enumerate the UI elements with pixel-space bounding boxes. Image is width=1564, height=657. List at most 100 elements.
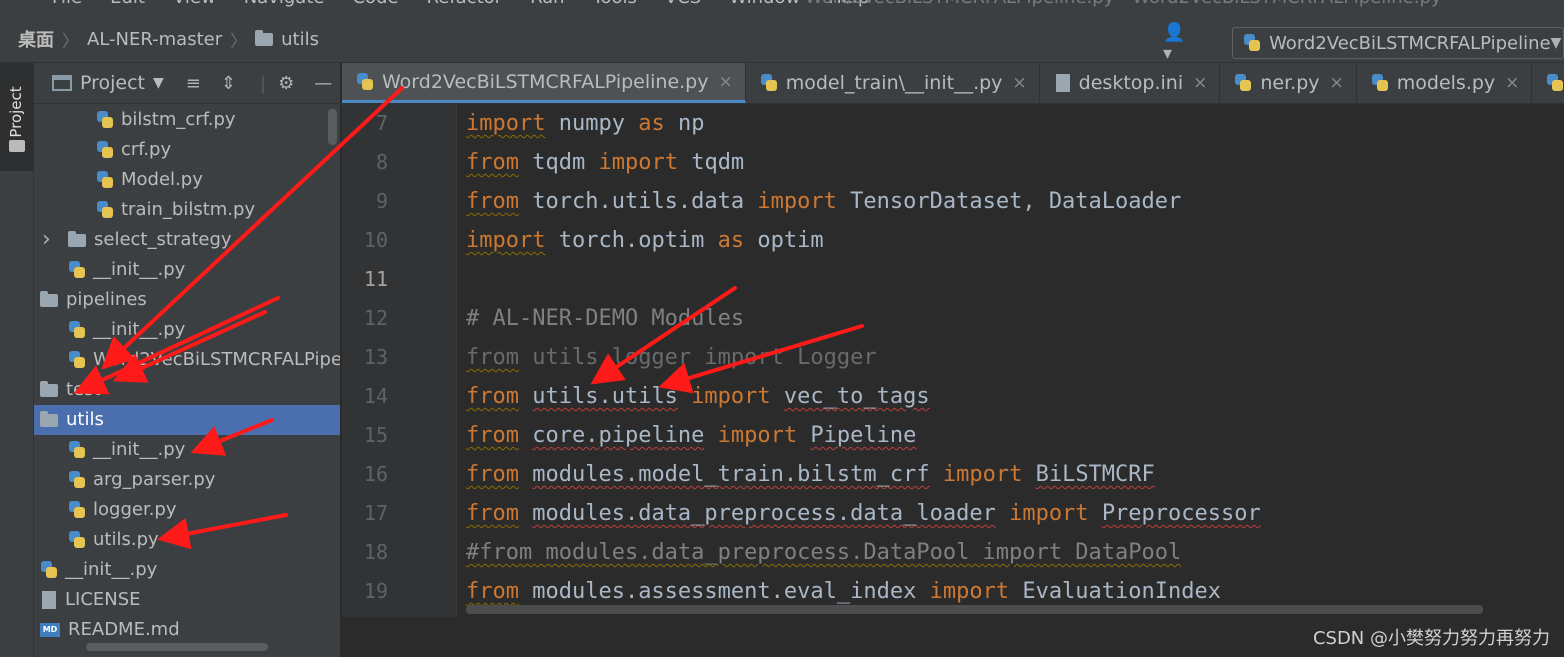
tree-item[interactable]: Word2VecBiLSTMCRFALPipeline.py <box>34 345 340 375</box>
menu-item-run[interactable]: Run <box>530 0 565 8</box>
menu-item-refactor[interactable]: Refactor <box>427 0 503 8</box>
tree-item[interactable]: crf.py <box>34 135 340 165</box>
menu-item-edit[interactable]: Edit <box>110 0 145 8</box>
menu-item-file[interactable]: File <box>52 0 82 8</box>
gear-icon[interactable]: ⚙ <box>278 73 294 94</box>
python-file-icon <box>1243 34 1261 52</box>
tree-vertical-scrollbar[interactable] <box>328 109 337 145</box>
close-icon[interactable]: × <box>1330 73 1344 93</box>
python-file-icon <box>1234 74 1252 92</box>
line-number: 16 <box>363 462 388 486</box>
code-token: Logger <box>783 345 877 370</box>
menu-item-window[interactable]: Window <box>729 0 800 8</box>
tree-item[interactable]: utils <box>34 405 340 435</box>
code-token: Preprocessor <box>1101 501 1261 526</box>
tree-item-label: __init__.py <box>93 319 186 340</box>
chevron-right-icon: 〉 <box>230 31 248 52</box>
tree-item[interactable]: test <box>34 375 340 405</box>
tree-item[interactable]: __init__.py <box>34 315 340 345</box>
project-tool-tab[interactable]: Project <box>0 63 33 171</box>
editor-tab[interactable]: Word2VecBiLSTMCRFALPipeline.py × <box>342 63 746 103</box>
tree-item[interactable]: __init__.py <box>34 255 340 285</box>
close-icon[interactable]: × <box>1012 73 1026 93</box>
project-tool-tab-label: Project <box>7 86 25 138</box>
code-token: from <box>466 189 519 214</box>
code-token: utils.logger <box>518 345 705 370</box>
python-file-icon <box>96 141 114 159</box>
collapse-all-icon[interactable]: ⇕ <box>221 73 236 94</box>
code-token: import <box>466 228 546 253</box>
python-file-icon <box>68 441 86 459</box>
code-line: from torch.utils.data import TensorDatas… <box>456 182 1261 221</box>
run-configuration-select[interactable]: Word2VecBiLSTMCRFALPipeline ▼ <box>1232 27 1564 59</box>
tree-item[interactable]: Model.py <box>34 165 340 195</box>
project-tree: bilstm_crf.py crf.py Model.py train_bilstm.… <box>34 105 340 645</box>
tree-item[interactable]: pipelines <box>34 285 340 315</box>
editor-tab-label: model_train\__init__.py <box>785 72 1003 94</box>
code-token: torch.utils.data <box>518 189 758 214</box>
python-file-icon <box>68 531 86 549</box>
menu-item-navigate[interactable]: Navigate <box>244 0 325 8</box>
tree-item[interactable]: __init__.py <box>34 555 340 585</box>
tree-item-label: LICENSE <box>65 589 141 610</box>
code-token: import <box>717 423 798 448</box>
tree-item[interactable]: › select_strategy <box>34 225 340 255</box>
tree-item[interactable]: bilstm_crf.py <box>34 105 340 135</box>
menu-item-tools[interactable]: Tools <box>593 0 637 8</box>
nav-right-tools: 👤▾ Word2VecBiLSTMCRFALPipeline ▼ <box>1163 22 1564 64</box>
window-title: Word2VecBiLSTMCRFALPipeline.py - Word2Ve… <box>805 0 1442 8</box>
code-token: import <box>466 111 546 136</box>
line-number: 13 <box>363 345 388 369</box>
editor-tab[interactable]: desktop.ini × <box>1040 63 1221 103</box>
editor-tab[interactable]: torchcrf <box>1532 63 1564 103</box>
tree-item[interactable]: MD README.md <box>34 615 340 645</box>
minimize-icon[interactable]: — <box>314 73 332 94</box>
tree-item-label: bilstm_crf.py <box>121 109 236 130</box>
divider: | <box>259 72 267 94</box>
tree-item[interactable]: LICENSE <box>34 585 340 615</box>
project-view-select[interactable]: Project ▼ <box>52 72 164 94</box>
tree-item[interactable]: __init__.py <box>34 435 340 465</box>
close-icon[interactable]: × <box>718 72 732 92</box>
breadcrumb-project[interactable]: AL-NER-master <box>87 29 222 50</box>
gutter-divider <box>456 104 457 617</box>
tree-item[interactable]: train_bilstm.py <box>34 195 340 225</box>
python-file-icon <box>96 171 114 189</box>
editor-horizontal-scrollbar[interactable] <box>466 605 1483 614</box>
python-file-icon <box>760 74 778 92</box>
editor-tab[interactable]: ner.py × <box>1220 63 1357 103</box>
breadcrumb-desktop[interactable]: 桌面 <box>18 26 54 52</box>
scroll-from-source-icon[interactable]: ≡ <box>186 73 201 94</box>
code-token: import <box>691 384 771 409</box>
code-line: #from modules.data_preprocess.DataPool i… <box>456 533 1261 572</box>
close-icon[interactable]: × <box>1193 73 1207 93</box>
menu-item-vcs[interactable]: VCS <box>665 0 701 8</box>
close-icon[interactable]: × <box>1505 73 1519 93</box>
project-panel-toolbar: Project ▼ ≡ ⇕ | ⚙ — <box>34 63 340 104</box>
menu-item-view[interactable]: View <box>173 0 216 8</box>
code-token: np <box>664 111 705 136</box>
editor-tab[interactable]: models.py × <box>1357 63 1533 103</box>
breadcrumb-folder[interactable]: utils <box>281 29 319 50</box>
python-file-icon <box>68 321 86 339</box>
tree-item[interactable]: arg_parser.py <box>34 465 340 495</box>
project-panel: Project ▼ ≡ ⇕ | ⚙ — bilstm_crf.py crf.py M… <box>34 63 340 657</box>
editor-tab[interactable]: model_train\__init__.py × <box>746 63 1040 103</box>
user-account-icon[interactable]: 👤▾ <box>1163 22 1194 64</box>
code-token: as <box>717 228 745 253</box>
python-file-icon <box>68 471 86 489</box>
tree-horizontal-scrollbar[interactable] <box>86 643 268 651</box>
chevron-right-icon[interactable]: › <box>42 225 51 255</box>
tree-item[interactable]: utils.py <box>34 525 340 555</box>
menu-item-code[interactable]: Code <box>352 0 398 8</box>
code-editor[interactable]: import numpy as np from tqdm import tqdm f… <box>456 104 1564 617</box>
tree-item[interactable]: logger.py <box>34 495 340 525</box>
python-file-icon <box>1546 74 1564 92</box>
folder-icon <box>255 29 274 46</box>
tree-item-label: __init__.py <box>65 559 158 580</box>
code-token: import <box>598 150 678 175</box>
